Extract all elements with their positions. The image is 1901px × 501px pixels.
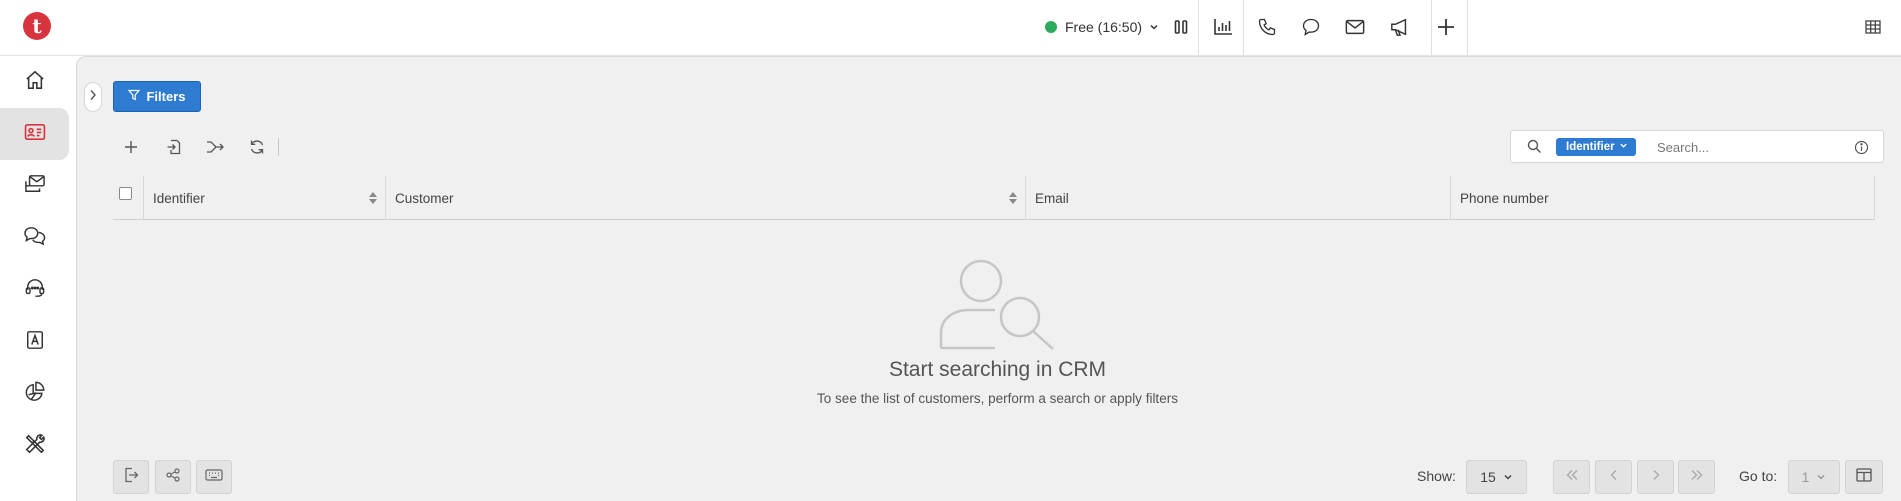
toolbar-divider <box>278 138 279 156</box>
goto-label: Go to: <box>1739 468 1778 484</box>
column-label: Email <box>1035 190 1069 206</box>
sidebar-item-chats[interactable] <box>0 212 69 264</box>
sidebar-item-settings[interactable] <box>0 420 69 472</box>
address-book-icon <box>25 330 45 355</box>
pause-icon[interactable] <box>1168 14 1194 40</box>
info-icon[interactable] <box>1854 140 1869 160</box>
keyboard-icon <box>205 468 223 486</box>
grid-icon[interactable] <box>1860 14 1886 40</box>
double-chevron-right-icon <box>1690 468 1704 486</box>
keyboard-shortcuts-button[interactable] <box>196 460 232 494</box>
search-field-selector[interactable]: Identifier <box>1556 138 1636 156</box>
merge-icon[interactable] <box>201 134 229 160</box>
statistics-icon[interactable] <box>1210 14 1236 40</box>
chevron-down-icon <box>1149 19 1159 35</box>
sidebar-item-inbox[interactable] <box>0 160 69 212</box>
goto-page-value: 1 <box>1801 469 1810 485</box>
toolbar-divider <box>1467 0 1468 56</box>
filters-label: Filters <box>146 89 186 104</box>
search-icon <box>1527 139 1542 159</box>
expand-panel-button[interactable] <box>84 82 102 112</box>
tools-icon <box>24 433 46 460</box>
add-icon[interactable] <box>117 134 145 160</box>
headset-icon <box>24 278 46 303</box>
sidebar-item-home[interactable] <box>0 56 69 108</box>
chevron-left-icon <box>1609 468 1619 486</box>
empty-state-subtitle: To see the list of customers, perform a … <box>817 391 1178 406</box>
column-label: Identifier <box>153 190 205 206</box>
sidebar-item-address-book[interactable] <box>0 316 69 368</box>
filters-button[interactable]: Filters <box>113 81 201 112</box>
export-icon <box>123 467 139 488</box>
chevron-right-icon <box>1651 468 1661 486</box>
toolbar-divider <box>1198 0 1199 56</box>
announcement-icon[interactable] <box>1387 14 1413 40</box>
import-icon[interactable] <box>160 134 188 160</box>
column-label: Phone number <box>1460 190 1549 206</box>
next-page-button[interactable] <box>1637 460 1674 494</box>
page-size-select[interactable]: 15 <box>1466 460 1527 494</box>
phone-icon[interactable] <box>1254 14 1280 40</box>
toolbar-divider <box>1431 0 1432 56</box>
app-logo[interactable]: t <box>23 12 51 40</box>
inbox-icon <box>24 174 46 199</box>
sidebar-item-crm[interactable] <box>0 108 69 160</box>
filter-icon <box>128 89 141 104</box>
sort-icon[interactable] <box>369 192 377 207</box>
chevron-right-icon <box>89 88 97 106</box>
chevron-down-icon <box>1503 469 1513 485</box>
column-label: Customer <box>395 190 454 206</box>
first-page-button[interactable] <box>1553 460 1590 494</box>
double-chevron-left-icon <box>1565 468 1579 486</box>
chevron-down-icon <box>1619 138 1628 156</box>
share-button[interactable] <box>155 460 191 494</box>
chevron-down-icon <box>1816 469 1826 485</box>
sidebar-item-support[interactable] <box>0 264 69 316</box>
column-header-customer[interactable]: Customer <box>386 176 1026 220</box>
sidebar <box>0 56 76 501</box>
export-button[interactable] <box>113 460 149 494</box>
column-header-phone-number[interactable]: Phone number <box>1451 176 1875 220</box>
select-all-checkbox[interactable] <box>119 187 132 200</box>
sidebar-item-reports[interactable] <box>0 368 69 420</box>
empty-state-title: Start searching in CRM <box>888 358 1107 381</box>
search-box: Identifier <box>1510 130 1884 163</box>
plus-icon[interactable] <box>1433 14 1459 40</box>
share-icon <box>166 467 180 487</box>
top-bar: t Free (16:50) <box>0 0 1901 56</box>
status-selector[interactable]: Free (16:50) <box>1045 17 1159 37</box>
toolbar-divider <box>1243 0 1244 56</box>
status-label: Free (16:50) <box>1065 19 1143 35</box>
search-field-label: Identifier <box>1566 141 1615 153</box>
search-input[interactable] <box>1657 137 1837 157</box>
status-indicator <box>1045 21 1057 33</box>
page-size-value: 15 <box>1480 469 1496 485</box>
sort-icon[interactable] <box>1009 192 1017 207</box>
person-search-icon <box>935 255 1057 356</box>
chats-icon <box>23 226 47 251</box>
columns-icon <box>1856 467 1872 487</box>
previous-page-button[interactable] <box>1595 460 1632 494</box>
last-page-button[interactable] <box>1678 460 1715 494</box>
select-all-cell <box>113 176 144 220</box>
chat-icon[interactable] <box>1298 14 1324 40</box>
refresh-icon[interactable] <box>243 134 271 160</box>
goto-page-select[interactable]: 1 <box>1788 460 1840 494</box>
column-header-email[interactable]: Email <box>1026 176 1451 220</box>
table-header: Identifier Customer Email Phone number <box>113 176 1875 220</box>
column-header-identifier[interactable]: Identifier <box>144 176 386 220</box>
home-icon <box>24 70 46 95</box>
show-label: Show: <box>1417 468 1456 484</box>
contact-card-icon <box>24 123 46 146</box>
email-icon[interactable] <box>1342 14 1368 40</box>
pie-chart-icon <box>24 381 46 408</box>
column-layout-button[interactable] <box>1845 460 1883 494</box>
